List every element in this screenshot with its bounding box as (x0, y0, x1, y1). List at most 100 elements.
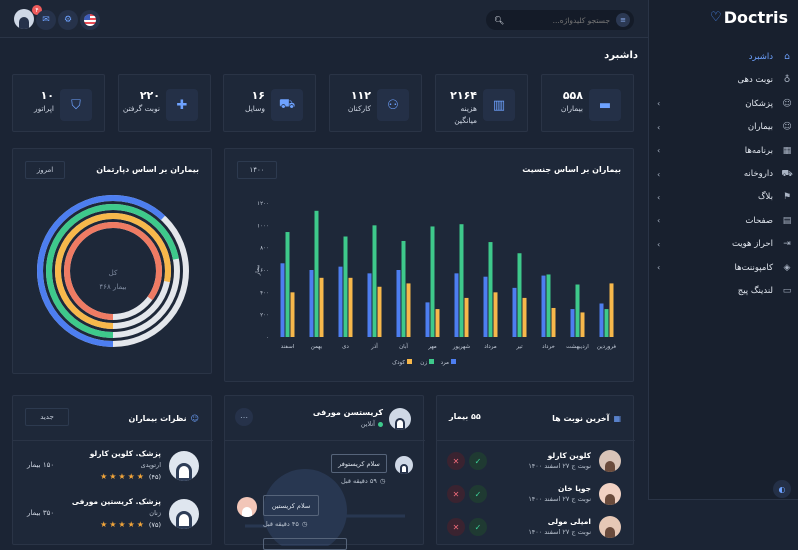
clock-icon: ◷ (379, 477, 386, 485)
x-tick-label: مرداد (484, 344, 496, 350)
medkit-icon: ✚ (166, 89, 198, 121)
brand-logo[interactable]: ♡ Doctris (710, 8, 788, 27)
x-tick-label: اردیبهشت (566, 344, 589, 350)
patient-name[interactable]: کلوین کارلو (548, 451, 591, 460)
stat-card-1[interactable]: ▥ ۲۱۶۴ هزینه میانگین (435, 74, 528, 132)
sidebar-item-3[interactable]: ☺ بیماران ‹ (649, 116, 798, 138)
bar-کودک-9 (348, 277, 353, 337)
sidebar-item-5[interactable]: ⛟ داروخانه ‹ (649, 163, 798, 185)
chat-contact-avatar[interactable] (389, 408, 411, 430)
file-chart-icon: ▥ (483, 89, 515, 121)
x-tick-label: بهمن (311, 344, 323, 350)
doctor-name[interactable]: پزشک. کلوین کارلو (90, 449, 161, 458)
bar-کودک-2 (551, 307, 556, 337)
accept-check-icon[interactable]: ✓ (469, 518, 487, 536)
stat-card-2[interactable]: ⚇ ۱۱۲ کارکنان (329, 74, 422, 132)
sidebar-item-label: داروخانه (743, 169, 773, 179)
user-avatar[interactable] (14, 9, 34, 29)
sidebar-item-4[interactable]: ▦ برنامه‌ها ‹ (649, 140, 798, 162)
sidebar-item-1[interactable]: ♁ نوبت دهی (649, 69, 798, 91)
doctor-specialty: زنان (149, 509, 161, 517)
heartbeat-icon: ♡ (710, 10, 722, 25)
stat-card-3[interactable]: ⛟ ۱۶ وسایل (223, 74, 316, 132)
accept-check-icon[interactable]: ✓ (469, 452, 487, 470)
file-icon: ▤ (782, 215, 792, 226)
bar-زن-11 (285, 232, 290, 337)
sidebar-item-label: بلاگ (757, 192, 773, 203)
page-title: داشبرد (604, 50, 638, 61)
ambulance-icon: ⛟ (271, 89, 303, 121)
chevron-left-icon: ‹ (657, 146, 661, 156)
x-tick-label: آبان (399, 343, 408, 350)
sidebar-item-label: داشبرد (748, 52, 773, 62)
bar-مرد-5 (454, 273, 459, 337)
x-tick-label: تیر (515, 344, 523, 350)
bar-زن-0 (604, 309, 609, 337)
bar-کودک-11 (290, 292, 295, 337)
accept-check-icon[interactable]: ✓ (469, 485, 487, 503)
patient-avatar[interactable] (599, 483, 621, 505)
chat-toggle-button[interactable]: ◐ (773, 480, 791, 498)
stat-card-5[interactable]: ⛉ ۱۰ اپراتور (12, 74, 105, 132)
stat-value: ۲۱۶۴ (450, 89, 477, 102)
gender-bar-chart: ۰ ۲۰۰ ۴۰۰ ۶۰۰ ۸۰۰ ۱۰۰۰ ۱۲۰۰ بیمار فروردین اردیبهش… (255, 201, 616, 366)
search-icon[interactable]: 🔍︎ (494, 16, 504, 25)
star-icon: ★ (118, 520, 126, 529)
bar-کودک-10 (319, 277, 324, 337)
star-icon: ★ (100, 520, 108, 529)
stat-card-0[interactable]: ▬ ۵۵۸ بیماران (541, 74, 634, 132)
period-select[interactable]: امروز (25, 161, 65, 179)
bar-مرد-2 (541, 275, 546, 337)
reject-close-icon[interactable]: ✕ (447, 452, 465, 470)
mail-icon[interactable]: ✉ (36, 10, 56, 30)
legend-swatch (429, 359, 434, 364)
y-tick-label: ۴۰۰ (260, 290, 269, 296)
doctor-name[interactable]: پزشک. کریستین مورفی (72, 497, 161, 506)
reviews-select[interactable]: جدید (25, 408, 69, 426)
clock-icon: ◷ (301, 520, 308, 528)
x-tick-label: شهریور (452, 344, 471, 350)
bar-کودک-6 (435, 309, 440, 337)
sidebar-item-label: پزشکان (745, 98, 773, 109)
reject-close-icon[interactable]: ✕ (447, 518, 465, 536)
appointments-card: ▦ آخرین نوبت ها ۵۵ بیمار کلوین کارلو نوبت … (436, 395, 635, 545)
settings-icon[interactable]: ⚙ (58, 10, 78, 30)
search-input[interactable] (510, 15, 610, 25)
sidebar-item-10[interactable]: ▭ لندینگ پیج (649, 280, 798, 302)
chat-message-1-time: ◷ ۵۹ دقیقه قبل (341, 477, 386, 485)
y-tick-label: ۰ (266, 335, 269, 341)
doctor-avatar[interactable] (169, 499, 199, 529)
appointments-title: ▦ آخرین نوبت ها (552, 414, 621, 423)
doctor-specialty: ارتوپدی (140, 461, 161, 469)
sidebar-item-8[interactable]: ⇥ احراز هویت ‹ (649, 233, 798, 255)
year-select[interactable]: ۱۴۰۰ (237, 161, 277, 179)
stat-card-4[interactable]: ✚ ۲۲۰ نوبت گرفتن (118, 74, 211, 132)
sidebar-item-label: کامپوننت‌ها (734, 262, 774, 273)
bar-زن-2 (546, 274, 551, 337)
sidebar-item-0[interactable]: ⌂ داشبرد (649, 46, 798, 68)
doctor-rating: (۷۵) ★ ★ ★ ★ ★ (100, 520, 161, 529)
bar-مرد-10 (309, 270, 314, 337)
patient-avatar[interactable] (599, 450, 621, 472)
bar-کودک-7 (406, 283, 411, 337)
doctor-patient-count: ۳۵۰ بیمار (27, 509, 55, 517)
sidebar-item-6[interactable]: ⚑ بلاگ ‹ (649, 186, 798, 208)
patient-name[interactable]: امیلی مولی (548, 517, 591, 526)
x-tick-label: دی (342, 344, 349, 350)
flag-usa-icon[interactable] (80, 10, 100, 30)
menu-icon[interactable]: ≡ (616, 13, 630, 27)
reject-close-icon[interactable]: ✕ (447, 485, 465, 503)
chat-card: کریستسن مورفی آنلاین ⋯ سلام کریستوفر ◷ ۵۹… (224, 395, 425, 550)
doctor-avatar[interactable] (169, 451, 199, 481)
sidebar-item-2[interactable]: ☺ پزشکان ‹ (649, 93, 798, 115)
people-icon: ⚇ (377, 89, 409, 121)
online-dot-icon (378, 421, 383, 427)
bar-کودک-1 (580, 312, 585, 337)
patient-name[interactable]: جویا خان (558, 484, 591, 493)
sidebar-item-9[interactable]: ◈ کامپوننت‌ها ‹ (649, 257, 798, 279)
sidebar-item-7[interactable]: ▤ صفحات ‹ (649, 210, 798, 232)
patient-avatar[interactable] (599, 516, 621, 538)
sidebar-item-label: لندینگ پیج (737, 286, 773, 296)
reviews-card: ☺ نظرات بیماران جدید پزشک. کلوین کارلو ارت… (12, 395, 213, 545)
chat-more-button[interactable]: ⋯ (235, 408, 253, 426)
